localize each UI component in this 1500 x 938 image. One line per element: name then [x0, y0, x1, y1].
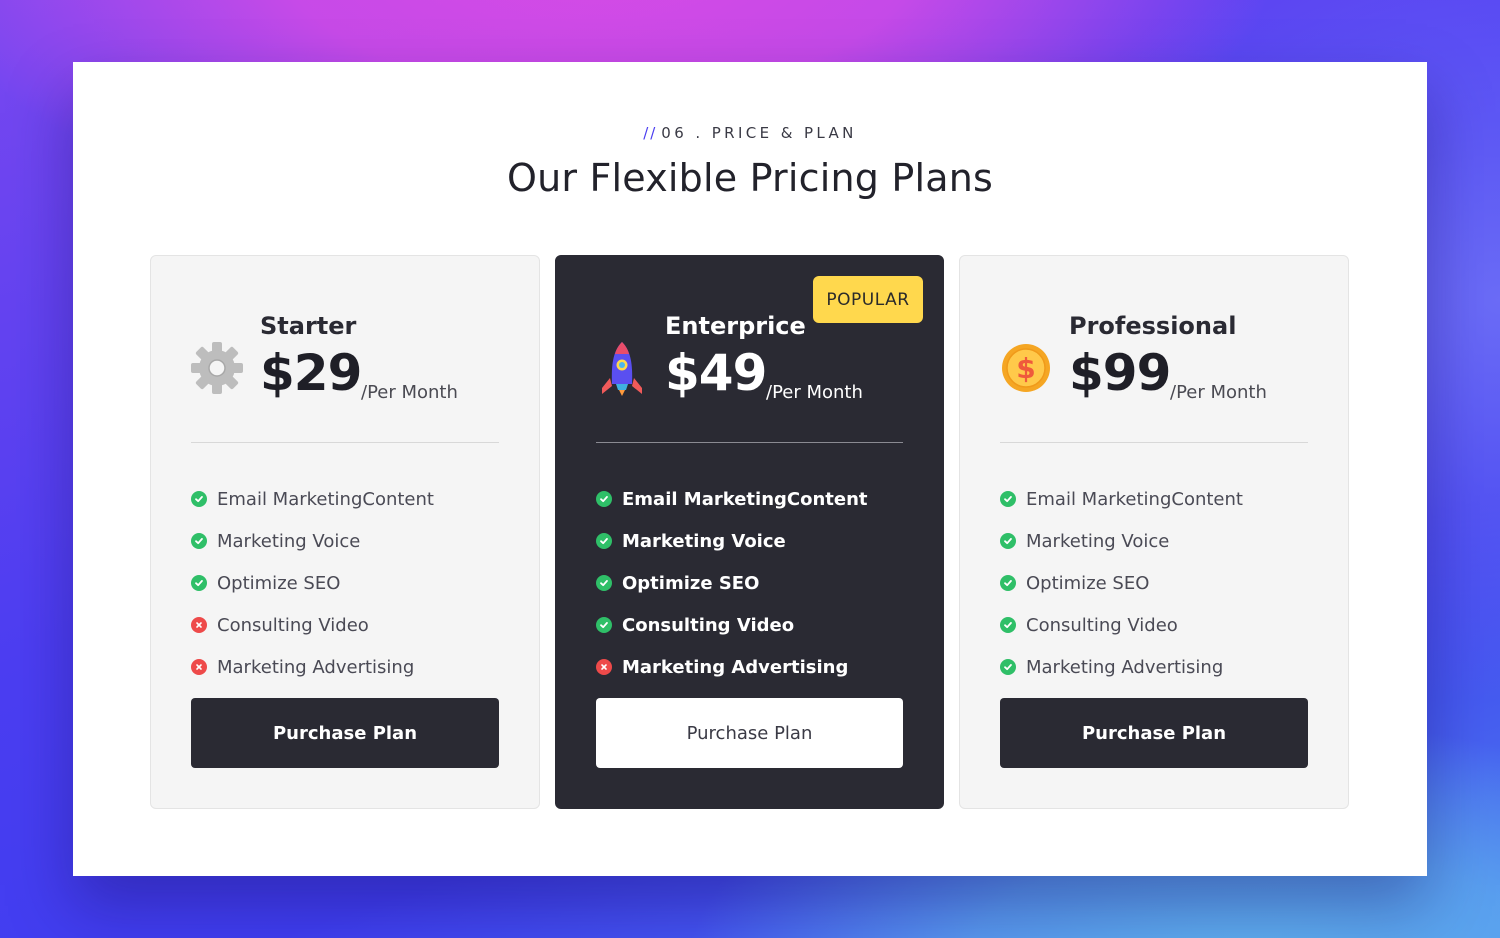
- pricing-card-starter: Starter $29 /Per Month Email MarketingCo…: [150, 255, 540, 809]
- feature-item: Consulting Video: [1000, 604, 1243, 646]
- feature-item: Optimize SEO: [596, 562, 868, 604]
- plan-name: Professional: [1069, 312, 1237, 340]
- divider: [1000, 442, 1308, 443]
- feature-item: Email MarketingContent: [596, 478, 868, 520]
- check-icon: [191, 575, 207, 591]
- cross-icon: [596, 659, 612, 675]
- check-icon: [596, 491, 612, 507]
- feature-label: Email MarketingContent: [1026, 488, 1243, 510]
- feature-list: Email MarketingContent Marketing Voice O…: [191, 478, 434, 688]
- section-eyebrow: //06 . PRICE & PLAN: [73, 124, 1427, 142]
- feature-label: Email MarketingContent: [217, 488, 434, 510]
- feature-label: Consulting Video: [217, 614, 369, 636]
- plan-name: Starter: [260, 312, 357, 340]
- plan-period: /Per Month: [361, 382, 458, 403]
- feature-item: Optimize SEO: [1000, 562, 1243, 604]
- feature-item: Marketing Advertising: [596, 646, 868, 688]
- cross-icon: [191, 659, 207, 675]
- plan-period: /Per Month: [1170, 382, 1267, 403]
- feature-item: Email MarketingContent: [191, 478, 434, 520]
- feature-label: Consulting Video: [622, 614, 795, 636]
- feature-list: Email MarketingContent Marketing Voice O…: [1000, 478, 1243, 688]
- plan-name: Enterprice: [665, 312, 806, 340]
- feature-label: Marketing Advertising: [217, 656, 415, 678]
- feature-item: Consulting Video: [191, 604, 434, 646]
- eyebrow-label: 06 . PRICE & PLAN: [661, 124, 857, 142]
- feature-label: Optimize SEO: [622, 572, 760, 594]
- purchase-plan-button[interactable]: Purchase Plan: [596, 698, 903, 768]
- plan-price: $29: [260, 344, 362, 402]
- feature-label: Optimize SEO: [1026, 572, 1150, 594]
- feature-item: Optimize SEO: [191, 562, 434, 604]
- plan-price: $99: [1069, 344, 1171, 402]
- plan-period: /Per Month: [766, 382, 863, 403]
- purchase-plan-button[interactable]: Purchase Plan: [191, 698, 499, 768]
- gear-icon: [191, 342, 243, 394]
- feature-item: Email MarketingContent: [1000, 478, 1243, 520]
- section-title: Our Flexible Pricing Plans: [506, 156, 993, 200]
- feature-item: Marketing Voice: [596, 520, 868, 562]
- plan-price: $49: [665, 344, 767, 402]
- check-icon: [1000, 491, 1016, 507]
- popular-badge: POPULAR: [813, 276, 923, 323]
- eyebrow-marker: //: [643, 124, 658, 142]
- check-icon: [596, 575, 612, 591]
- pricing-card-enterprise: POPULAR Enterprice $49 /Per Month Email …: [555, 255, 944, 809]
- feature-label: Marketing Advertising: [1026, 656, 1224, 678]
- rocket-icon: [602, 342, 642, 396]
- feature-label: Marketing Voice: [622, 530, 786, 552]
- feature-label: Marketing Voice: [217, 530, 361, 552]
- feature-label: Email MarketingContent: [622, 488, 868, 510]
- check-icon: [1000, 575, 1016, 591]
- purchase-plan-button[interactable]: Purchase Plan: [1000, 698, 1308, 768]
- check-icon: [1000, 659, 1016, 675]
- pricing-card-professional: $ Professional $99 /Per Month Email Mark…: [959, 255, 1349, 809]
- feature-label: Optimize SEO: [217, 572, 341, 594]
- check-icon: [1000, 533, 1016, 549]
- check-icon: [191, 533, 207, 549]
- feature-item: Marketing Advertising: [191, 646, 434, 688]
- check-icon: [596, 617, 612, 633]
- cross-icon: [191, 617, 207, 633]
- pricing-section: //06 . PRICE & PLAN Our Flexible Pricing…: [73, 62, 1427, 876]
- divider: [191, 442, 499, 443]
- divider: [596, 442, 903, 443]
- feature-label: Consulting Video: [1026, 614, 1178, 636]
- check-icon: [191, 491, 207, 507]
- svg-text:$: $: [1016, 352, 1035, 385]
- feature-item: Marketing Voice: [1000, 520, 1243, 562]
- feature-label: Marketing Advertising: [622, 656, 849, 678]
- check-icon: [1000, 617, 1016, 633]
- feature-label: Marketing Voice: [1026, 530, 1170, 552]
- check-icon: [596, 533, 612, 549]
- feature-item: Marketing Voice: [191, 520, 434, 562]
- feature-list: Email MarketingContent Marketing Voice O…: [596, 478, 868, 688]
- feature-item: Marketing Advertising: [1000, 646, 1243, 688]
- feature-item: Consulting Video: [596, 604, 868, 646]
- dollar-coin-icon: $: [1002, 344, 1050, 392]
